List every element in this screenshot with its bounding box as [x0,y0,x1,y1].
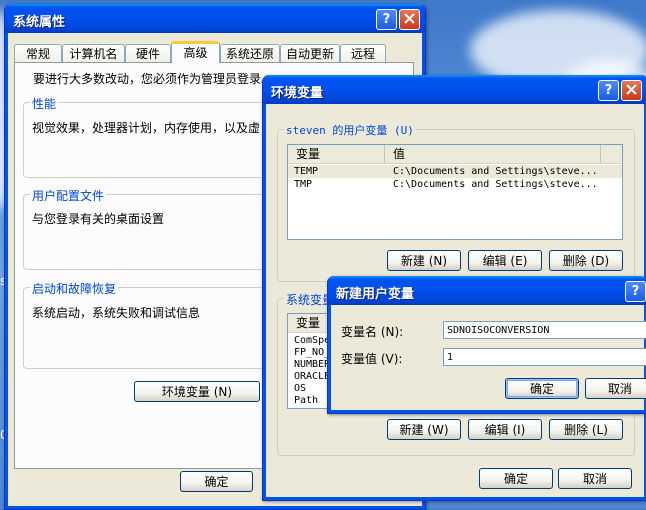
column-label: 变量 [296,147,321,161]
column-label: 值 [393,147,406,161]
tab-remote[interactable]: 远程 [340,44,386,62]
window-title: 环境变量 [271,86,324,101]
variable-name: TMP [294,179,313,190]
tab-label: 自动更新 [285,47,334,61]
close-icon [626,84,637,95]
column-variable[interactable]: 变量 [288,145,385,163]
ok-button[interactable]: 确定 [505,378,579,399]
environment-variables-titlebar[interactable]: 环境变量 ? [263,75,646,104]
new-user-variable-titlebar[interactable]: 新建用户变量 ? [328,276,646,305]
help-button[interactable]: ? [598,80,619,101]
variable-value-label: 变量值 (V): [341,352,403,366]
variable-value-field[interactable]: 1 [443,348,646,366]
user-variables-group: steven 的用户变量 (U) 变量 值 TEMP C:\Documents … [277,122,635,282]
tab-label: 远程 [350,47,375,61]
user-profiles-description: 与您登录有关的桌面设置 [32,212,165,226]
list-header: 变量 值 [288,145,622,164]
tab-label: 计算机名 [69,47,118,61]
column-value[interactable]: 值 [385,145,601,163]
tab-label: 常规 [25,47,50,61]
tab-computer-name[interactable]: 计算机名 [62,44,125,62]
variable-name: TEMP [294,166,319,177]
startup-recovery-description: 系统启动，系统失败和调试信息 [32,306,201,320]
window-title: 新建用户变量 [336,287,415,302]
ok-button[interactable]: 确定 [180,471,253,492]
help-button[interactable]: ? [625,281,646,302]
variable-name: Path [294,395,319,406]
cancel-button[interactable]: 取消 [558,468,632,489]
help-icon: ? [604,83,613,98]
close-icon [404,13,415,24]
tab-general[interactable]: 常规 [14,44,62,62]
variable-value: C:\Documents and Settings\steve... [393,166,598,177]
user-edit-button[interactable]: 编辑 (E) [468,250,542,271]
ok-button[interactable]: 确定 [479,468,553,489]
variable-name-label: 变量名 (N): [341,325,404,339]
column-label: 变量 [296,316,321,330]
cancel-button[interactable]: 取消 [585,378,646,399]
window-title: 系统属性 [13,15,66,30]
environment-variables-button[interactable]: 环境变量 (N) [134,381,260,402]
user-new-button[interactable]: 新建 (N) [387,250,461,271]
table-row[interactable]: TMP C:\Documents and Settings\steve... [288,178,622,191]
tab-automatic-updates[interactable]: 自动更新 [280,44,340,62]
system-properties-titlebar[interactable]: 系统属性 ? [5,4,425,33]
system-delete-button[interactable]: 删除 (L) [549,419,623,440]
tab-label: 高级 [183,46,208,60]
performance-legend: 性能 [30,95,59,112]
help-icon: ? [631,284,640,299]
tab-label: 系统还原 [225,47,274,61]
user-delete-button[interactable]: 删除 (D) [549,250,623,271]
tab-advanced[interactable]: 高级 [171,41,220,63]
user-variables-legend: steven 的用户变量 (U) [284,122,416,138]
new-user-variable-dialog: 新建用户变量 ? 变量名 (N): SDNOISOCONVERSION 变量值 … [327,276,646,414]
tab-hardware[interactable]: 硬件 [125,44,171,62]
system-new-button[interactable]: 新建 (W) [387,419,461,440]
admin-notice: 要进行大多数改动，您必须作为管理员登录。 [33,72,274,86]
variable-value: C:\Documents and Settings\steve... [393,179,598,190]
close-button[interactable] [399,9,420,30]
tab-label: 硬件 [135,47,160,61]
help-button[interactable]: ? [376,9,397,30]
user-profiles-legend: 用户配置文件 [30,187,107,204]
user-variables-list[interactable]: 变量 值 TEMP C:\Documents and Settings\stev… [287,144,623,240]
startup-recovery-legend: 启动和故障恢复 [30,280,119,297]
close-button[interactable] [621,80,642,101]
tab-system-restore[interactable]: 系统还原 [220,44,280,62]
system-edit-button[interactable]: 编辑 (I) [468,419,542,440]
table-row[interactable]: TEMP C:\Documents and Settings\steve... [288,165,622,178]
performance-description: 视觉效果，处理器计划，内存使用，以及虚 [32,121,261,135]
variable-name-field[interactable]: SDNOISOCONVERSION [443,321,646,339]
help-icon: ? [382,12,391,27]
